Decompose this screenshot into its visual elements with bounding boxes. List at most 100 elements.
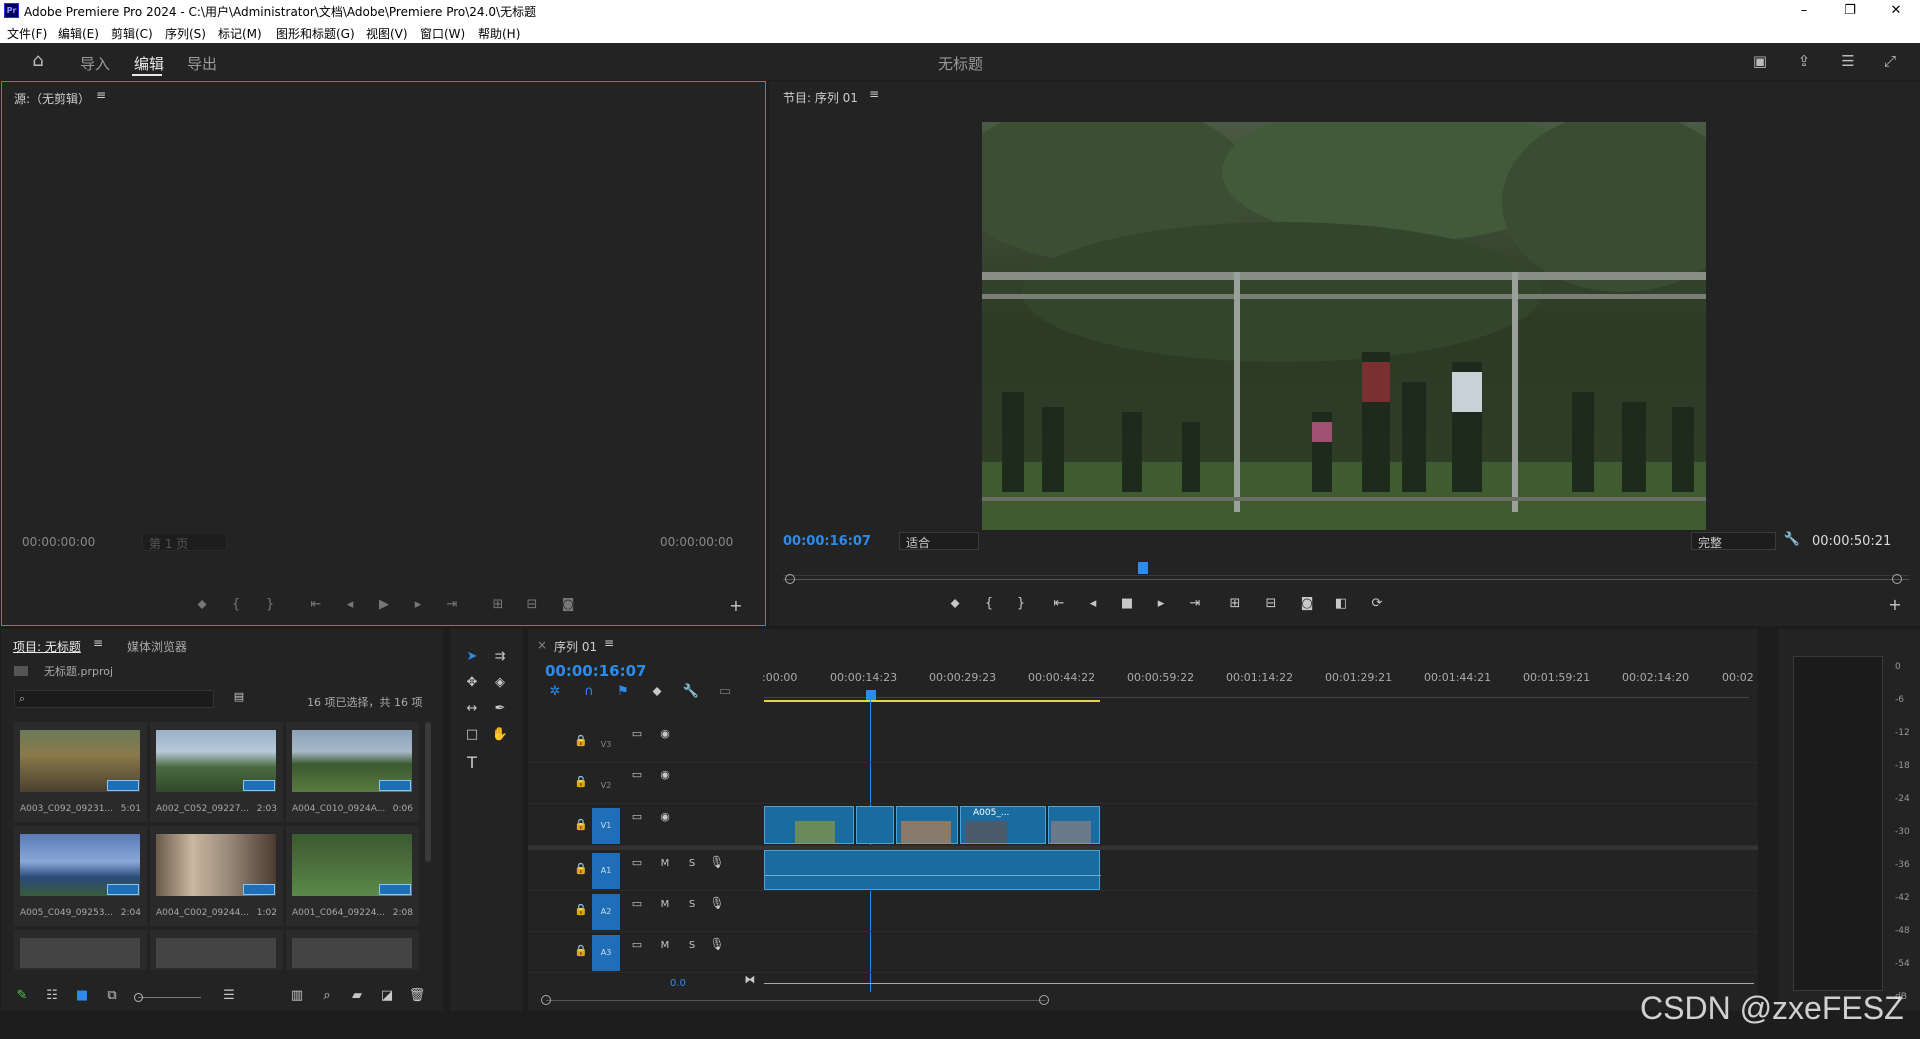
zoom-slider-handle[interactable] xyxy=(134,993,143,1002)
timeline-tab[interactable]: 序列 01 xyxy=(554,638,597,655)
automate-to-sequence-icon[interactable]: ▥ xyxy=(287,988,307,1003)
eye-icon[interactable]: ◉ xyxy=(655,727,675,740)
step-back-icon[interactable]: ◂ xyxy=(1083,596,1103,611)
lift-icon[interactable]: ⊞ xyxy=(1225,596,1245,611)
project-scrollbar[interactable] xyxy=(425,722,431,862)
new-item-icon[interactable]: ◪ xyxy=(377,988,397,1003)
go-to-out-icon[interactable]: ⇥ xyxy=(442,597,462,612)
audio-zoom-bar[interactable] xyxy=(764,983,1754,984)
source-timecode-in[interactable]: 00:00:00:00 xyxy=(22,535,95,549)
film-icon[interactable]: ▭ xyxy=(627,856,647,869)
video-clip[interactable] xyxy=(1048,806,1100,844)
film-icon[interactable]: ▭ xyxy=(627,938,647,951)
slip-tool-icon[interactable]: ↔ xyxy=(462,701,482,716)
close-icon[interactable]: × xyxy=(537,638,547,652)
mute-button[interactable]: M xyxy=(655,940,675,951)
wrench-icon[interactable]: 🔧 xyxy=(1782,532,1802,547)
add-button-icon[interactable]: + xyxy=(726,596,746,615)
new-bin-icon[interactable]: ▤ xyxy=(229,690,249,703)
sort-icon[interactable]: ☰ xyxy=(219,988,239,1003)
go-to-out-icon[interactable]: ⇥ xyxy=(1185,596,1205,611)
extract-icon[interactable]: ⊟ xyxy=(1261,596,1281,611)
add-button-icon[interactable]: + xyxy=(1885,595,1905,614)
fullscreen-icon[interactable]: ⤢ xyxy=(1880,51,1900,71)
settings-menu-icon[interactable]: ☰ xyxy=(1838,51,1858,71)
track-label-v1[interactable]: V1 xyxy=(592,808,620,844)
comparison-view-icon[interactable]: ◧ xyxy=(1331,596,1351,611)
eye-icon[interactable]: ◉ xyxy=(655,810,675,823)
go-to-in-icon[interactable]: ⇤ xyxy=(306,597,326,612)
hand-tool-icon[interactable]: ✋ xyxy=(490,727,510,742)
list-item[interactable] xyxy=(286,930,419,970)
video-clip[interactable]: A005_... xyxy=(960,806,1046,844)
track-label-a2[interactable]: A2 xyxy=(592,894,620,930)
tab-edit[interactable]: 编辑 xyxy=(134,53,164,74)
marker-icon[interactable]: ⬥ xyxy=(945,596,965,611)
tab-project[interactable]: 项目: 无标题 xyxy=(13,638,81,655)
marker-icon[interactable]: ⬥ xyxy=(192,597,212,612)
icon-view-icon[interactable]: ■ xyxy=(72,988,92,1003)
menu-sequence[interactable]: 序列(S) xyxy=(165,25,206,42)
tab-export[interactable]: 导出 xyxy=(187,53,217,74)
step-forward-icon[interactable]: ▸ xyxy=(1151,596,1171,611)
video-clip[interactable] xyxy=(896,806,958,844)
video-clip[interactable] xyxy=(764,806,854,844)
timeline-settings-wrench-icon[interactable]: 🔧 xyxy=(681,684,701,699)
list-item[interactable] xyxy=(150,930,283,970)
maximize-button[interactable]: ❐ xyxy=(1828,0,1872,22)
step-back-icon[interactable]: ◂ xyxy=(340,597,360,612)
menu-graphics[interactable]: 图形和标题(G) xyxy=(276,25,355,42)
ripple-edit-tool-icon[interactable]: ✥ xyxy=(462,675,482,690)
mark-out-icon[interactable]: } xyxy=(1011,596,1031,611)
menu-edit[interactable]: 编辑(E) xyxy=(58,25,99,42)
program-playhead[interactable] xyxy=(1138,562,1149,574)
master-volume-value[interactable]: 0.0 xyxy=(670,978,686,989)
track-label-a1[interactable]: A1 xyxy=(592,853,620,889)
menu-marker[interactable]: 标记(M) xyxy=(218,25,262,42)
new-bin-icon[interactable]: ▰ xyxy=(347,988,367,1003)
track-label-a3[interactable]: A3 xyxy=(592,935,620,971)
list-item[interactable]: A005_C049_09253... 2:04 xyxy=(14,826,147,926)
freeform-view-icon[interactable]: ⧉ xyxy=(102,988,122,1003)
trash-icon[interactable]: 🗑 xyxy=(407,988,427,1003)
camera-icon[interactable]: ◙ xyxy=(558,597,578,612)
program-playhead-timecode[interactable]: 00:00:16:07 xyxy=(783,534,871,549)
zoom-slider[interactable] xyxy=(138,997,201,998)
razor-tool-icon[interactable]: ◈ xyxy=(490,675,510,690)
camera-icon[interactable]: ◙ xyxy=(1297,596,1317,611)
pencil-icon[interactable]: ✎ xyxy=(12,988,32,1003)
timeline-horizontal-scrollbar[interactable] xyxy=(546,1000,1046,1001)
timeline-menu-icon[interactable]: ≡ xyxy=(604,636,614,650)
track-select-tool-icon[interactable]: ⇉ xyxy=(490,649,510,664)
captions-icon[interactable]: ▭ xyxy=(715,684,735,699)
lock-icon[interactable]: 🔒 xyxy=(571,818,591,831)
lock-icon[interactable]: 🔒 xyxy=(571,944,591,957)
zoom-handle-left[interactable] xyxy=(785,574,795,584)
list-item[interactable]: A002_C052_09227... 2:03 xyxy=(150,722,283,822)
add-marker-icon[interactable]: ⬥ xyxy=(647,684,667,699)
share-icon[interactable]: ⇪ xyxy=(1794,51,1814,71)
menu-view[interactable]: 视图(V) xyxy=(366,25,408,42)
work-area-bar[interactable] xyxy=(764,700,1100,702)
overwrite-icon[interactable]: ⊟ xyxy=(522,597,542,612)
close-button[interactable]: ✕ xyxy=(1874,0,1918,22)
stop-icon[interactable]: ■ xyxy=(1117,596,1137,611)
source-menu-icon[interactable]: ≡ xyxy=(96,88,106,102)
pen-tool-icon[interactable]: ✒ xyxy=(490,701,510,716)
solo-button[interactable]: S xyxy=(682,940,702,951)
video-clip[interactable] xyxy=(856,806,894,844)
eye-icon[interactable]: ◉ xyxy=(655,768,675,781)
film-icon[interactable]: ▭ xyxy=(627,727,647,740)
tab-import[interactable]: 导入 xyxy=(80,53,110,74)
mute-button[interactable]: M xyxy=(655,858,675,869)
type-tool-icon[interactable]: T xyxy=(462,753,482,772)
program-time-ruler[interactable] xyxy=(783,564,1909,576)
list-item[interactable] xyxy=(14,930,147,970)
menu-file[interactable]: 文件(F) xyxy=(7,25,47,42)
microphone-icon[interactable]: 🎙 xyxy=(707,896,727,910)
selection-tool-icon[interactable]: ➤ xyxy=(462,649,482,664)
mark-out-icon[interactable]: } xyxy=(260,597,280,612)
timeline-timecode[interactable]: 00:00:16:07 xyxy=(545,662,647,680)
multicam-icon[interactable]: ⟳ xyxy=(1367,596,1387,611)
menu-help[interactable]: 帮助(H) xyxy=(478,25,520,42)
